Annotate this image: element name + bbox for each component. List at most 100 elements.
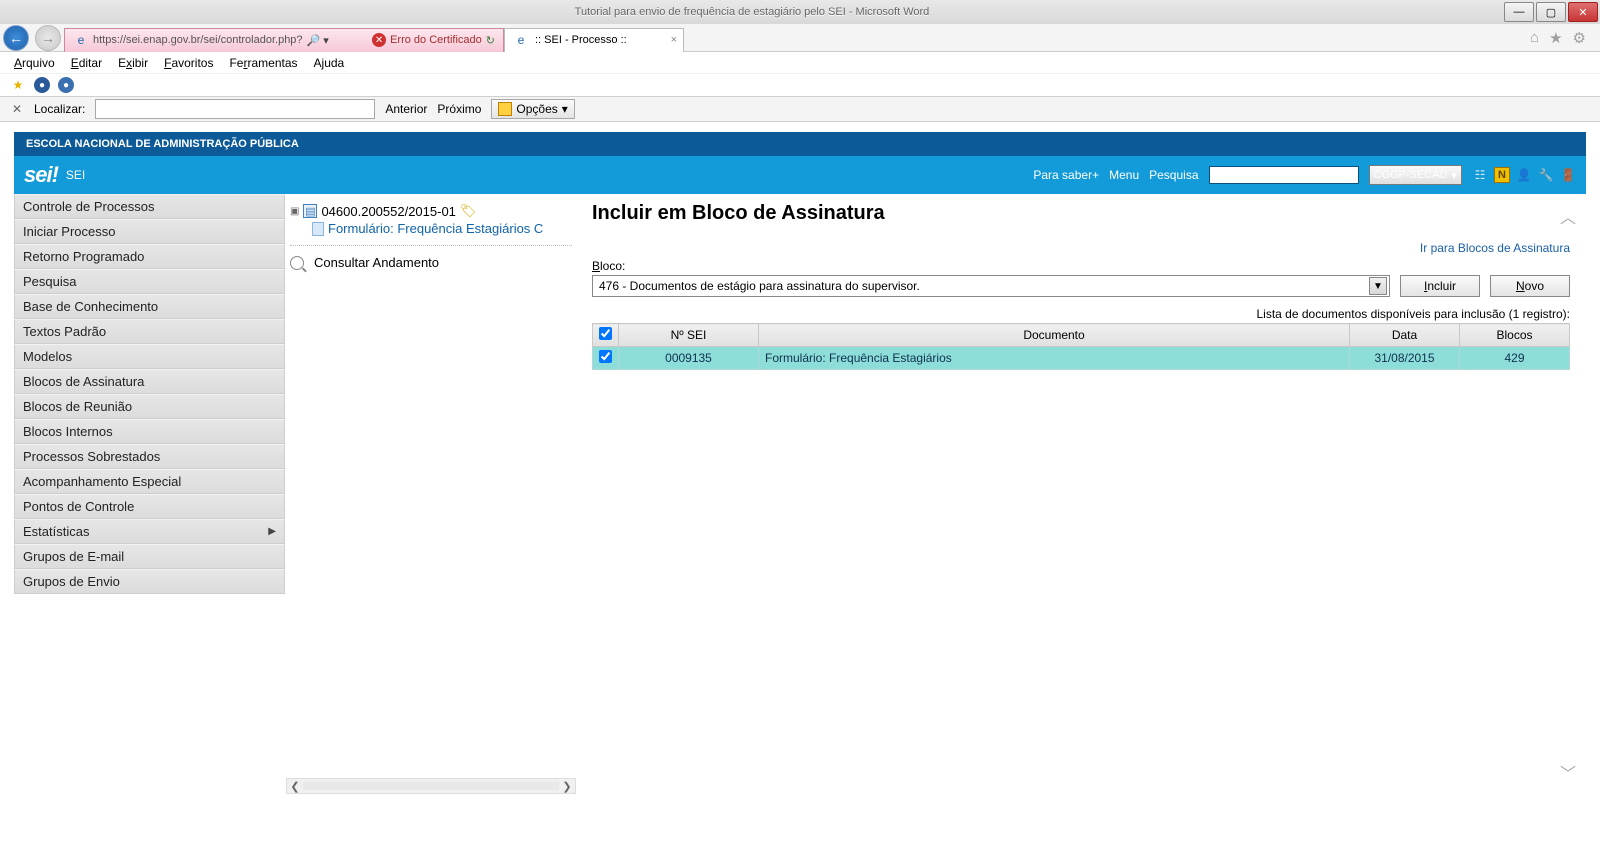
cert-error-icon: ✕ [372,33,386,47]
list-caption: Lista de documentos disponíveis para inc… [592,307,1570,321]
sidebar-item-label: Base de Conhecimento [23,299,158,314]
window-minimize-button[interactable]: — [1504,2,1534,22]
unit-select-value: CGGP-SECAD [1374,169,1448,181]
unit-select[interactable]: CGGP-SECAD ▾ [1369,165,1463,185]
globe-blue-icon[interactable]: ● [34,77,50,93]
sidebar-item[interactable]: Pesquisa [14,269,285,294]
col-nsei: Nº SEI [619,324,759,347]
find-label: Localizar: [34,102,85,116]
link-para-saber[interactable]: Para saber+ [1033,168,1099,182]
sei-search-input[interactable] [1209,166,1359,184]
sidebar-item[interactable]: Estatísticas▶ [14,519,285,544]
page-title: Incluir em Bloco de Assinatura [592,202,1570,225]
ie-menu-item[interactable]: Favoritos [164,56,213,70]
sidebar-item[interactable]: Controle de Processos [14,194,285,219]
browser-tab[interactable]: e :: SEI - Processo :: × [504,28,684,52]
select-all-checkbox[interactable] [599,327,612,340]
sidebar-item[interactable]: Pontos de Controle [14,494,285,519]
tag-icon[interactable]: 🏷 [460,203,477,219]
incluir-button[interactable]: Incluir [1400,275,1480,297]
user-icon[interactable]: 👤 [1516,167,1532,183]
add-favorite-icon[interactable]: ★ [10,77,26,93]
favorite-star-icon[interactable]: ★ [1549,29,1562,47]
magnifier-icon [290,256,304,270]
window-close-button[interactable]: ✕ [1568,2,1598,22]
process-node[interactable]: ▣ ▤ 04600.200552/2015-01 🏷 [290,202,572,220]
sidebar-item-label: Pesquisa [23,274,76,289]
content-pane: ︿ Incluir em Bloco de Assinatura Ir para… [576,194,1586,794]
collapse-down-icon[interactable]: ﹀ [1560,760,1576,784]
collapse-up-icon[interactable]: ︿ [1560,204,1576,228]
find-options-label: Opções [516,102,557,116]
sidebar-item[interactable]: Blocos de Assinatura [14,369,285,394]
scroll-right-icon[interactable]: ❯ [559,780,575,793]
link-ir-blocos[interactable]: Ir para Blocos de Assinatura [1420,241,1570,255]
key-icon[interactable]: 🔧 [1538,167,1554,183]
search-dropdown-icon[interactable]: 🔎 ▾ [307,34,329,47]
ie-menu-item[interactable]: Arquivo [14,56,55,70]
find-input[interactable] [95,99,375,119]
document-icon [312,222,324,236]
sidebar-item-label: Retorno Programado [23,249,144,264]
sidebar-item-label: Iniciar Processo [23,224,115,239]
exit-icon[interactable]: 🚪 [1560,167,1576,183]
workspace: Controle de Processos Iniciar Processo Ret… [14,194,1586,794]
globe-icon[interactable]: ● [58,77,74,93]
ie-menu-bar: Arquivo Editar Exibir Favoritos Ferramentas A… [0,52,1600,74]
sidebar-item[interactable]: Iniciar Processo [14,219,285,244]
back-button[interactable]: ← [3,25,29,51]
forward-button[interactable]: → [35,25,61,51]
chevron-right-icon: ▶ [268,526,276,537]
ie-right-icons: ⌂ ★ ⚙ [1530,29,1600,47]
scroll-track[interactable] [303,782,559,790]
ie-menu-item[interactable]: Ajuda [314,56,345,70]
find-prev-button[interactable]: Anterior [385,102,427,116]
sidebar-item[interactable]: Acompanhamento Especial [14,469,285,494]
ie-menu-item[interactable]: Exibir [118,56,148,70]
sidebar-item[interactable]: Blocos Internos [14,419,285,444]
novo-button[interactable]: Novo [1490,275,1570,297]
find-options-button[interactable]: Opções ▾ [491,99,574,119]
bloco-select[interactable]: 476 - Documentos de estágio para assinat… [592,275,1390,297]
refresh-icon[interactable]: ↻ [486,34,495,47]
window-maximize-button[interactable]: ▢ [1536,2,1566,22]
sidebar-item[interactable]: Base de Conhecimento [14,294,285,319]
sidebar-item-label: Blocos de Assinatura [23,374,144,389]
scroll-left-icon[interactable]: ❮ [287,780,303,793]
link-menu[interactable]: Menu [1109,168,1139,182]
tree-toggle-icon[interactable]: ▣ [290,206,299,217]
sidebar-item-label: Textos Padrão [23,324,106,339]
sidebar-item-label: Blocos Internos [23,424,113,439]
sidebar-item-label: Processos Sobrestados [23,449,160,464]
sidebar-item[interactable]: Modelos [14,344,285,369]
grid-icon[interactable]: ☷ [1472,167,1488,183]
novidades-icon[interactable]: N [1494,167,1510,183]
link-pesquisa[interactable]: Pesquisa [1149,168,1198,182]
sidebar-item[interactable]: Retorno Programado [14,244,285,269]
table-row[interactable]: 0009135 Formulário: Frequência Estagiári… [593,347,1570,370]
sidebar-item[interactable]: Grupos de E-mail [14,544,285,569]
settings-gear-icon[interactable]: ⚙ [1573,29,1586,47]
find-next-button[interactable]: Próximo [437,102,481,116]
consultar-andamento-link[interactable]: Consultar Andamento [290,254,572,271]
sidebar-item[interactable]: Processos Sobrestados [14,444,285,469]
sidebar-item[interactable]: Textos Padrão [14,319,285,344]
sei-sub-label: SEI [66,168,85,182]
sidebar-item[interactable]: Grupos de Envio [14,569,285,594]
url-tab[interactable]: e https://sei.enap.gov.br/sei/controlado… [64,28,504,52]
document-node[interactable]: Formulário: Frequência Estagiários C [312,220,572,237]
sidebar: Controle de Processos Iniciar Processo Ret… [14,194,286,794]
find-close-icon[interactable]: ✕ [10,102,24,116]
sidebar-item[interactable]: Blocos de Reunião [14,394,285,419]
tree-horizontal-scrollbar[interactable]: ❮ ❯ [286,778,576,794]
ie-menu-item[interactable]: Editar [71,56,102,70]
sidebar-item-label: Acompanhamento Especial [23,474,181,489]
cell-data: 31/08/2015 [1350,347,1460,370]
tab-close-icon[interactable]: × [671,34,677,46]
sidebar-item-label: Modelos [23,349,72,364]
col-blocos: Blocos [1460,324,1570,347]
home-icon[interactable]: ⌂ [1530,29,1539,47]
separator [290,245,572,246]
ie-menu-item[interactable]: Ferramentas [229,56,297,70]
row-checkbox[interactable] [599,350,612,363]
